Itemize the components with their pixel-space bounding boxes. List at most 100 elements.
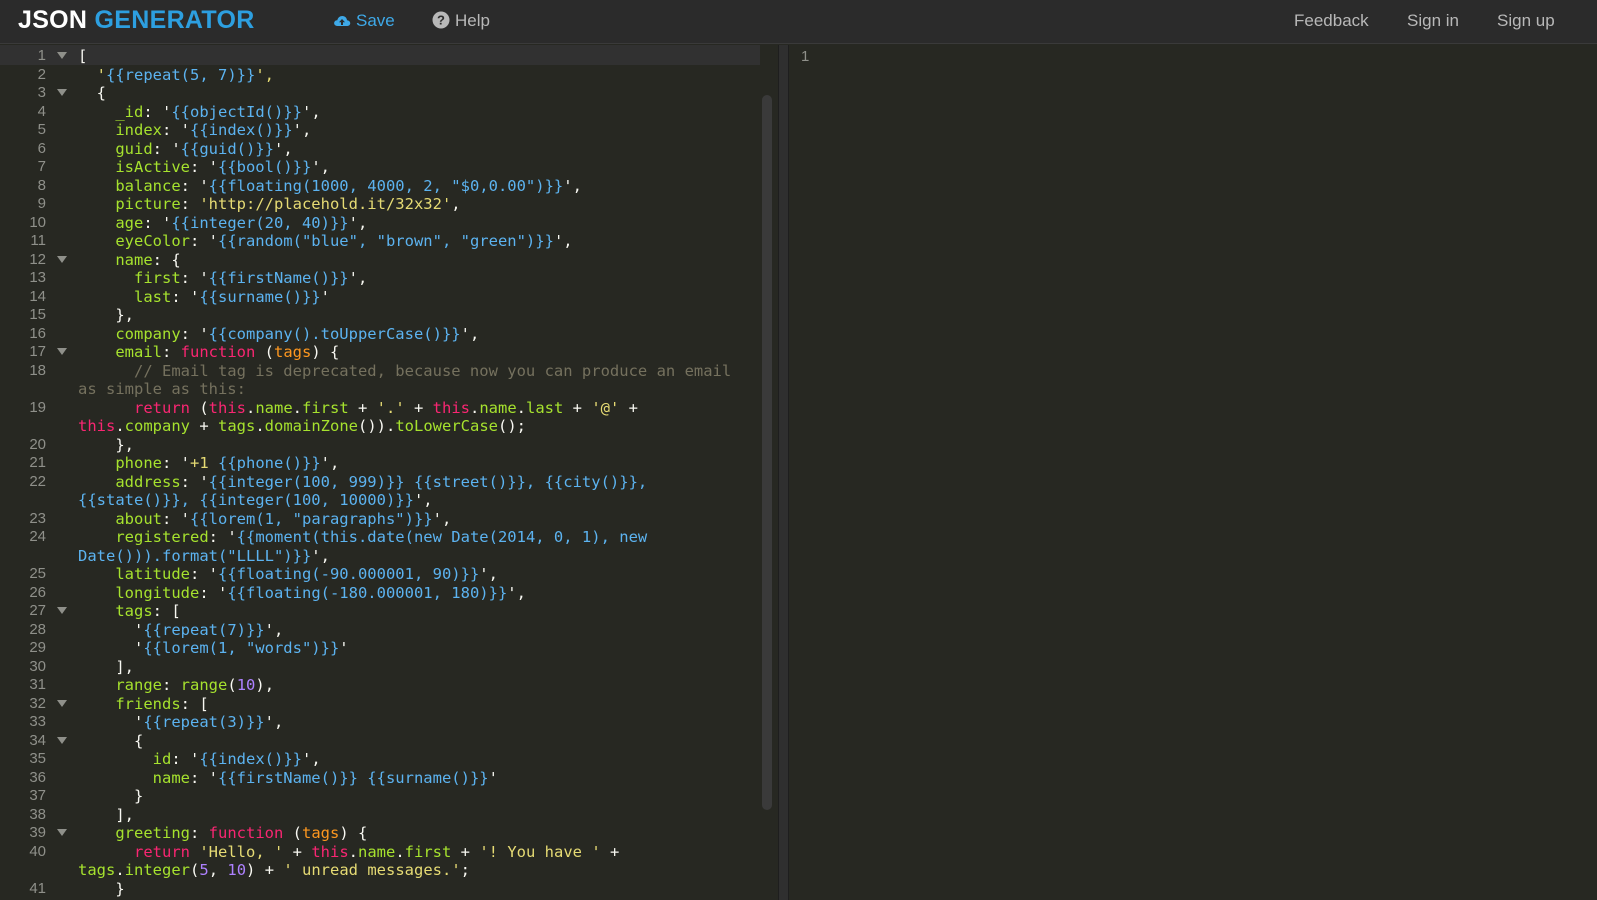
app-logo[interactable]: JSON GENERATOR <box>18 5 255 35</box>
code-line[interactable]: 2 '{{repeat(5, 7)}}', <box>0 66 760 85</box>
code-line[interactable]: 17 email: function (tags) { <box>0 343 760 362</box>
help-button[interactable]: ? Help <box>432 10 490 32</box>
code-text: return 'Hello, ' + this.name.first + '! … <box>78 843 619 862</box>
code-line[interactable]: 23 about: '{{lorem(1, "paragraphs")}}', <box>0 510 760 529</box>
fold-arrow-icon[interactable] <box>57 736 67 744</box>
code-token: isActive <box>78 158 190 176</box>
fold-arrow-icon[interactable] <box>57 829 67 836</box>
line-number: 32 <box>29 694 46 712</box>
code-line[interactable]: 33 '{{repeat(3)}}', <box>0 713 760 732</box>
code-line[interactable]: 15 }, <box>0 306 760 325</box>
code-token: : ' <box>171 287 200 306</box>
code-line[interactable]: 24 registered: '{{moment(this.date(new D… <box>0 528 760 547</box>
code-line[interactable]: 32 friends: [ <box>0 695 760 714</box>
code-token: ', <box>301 750 321 768</box>
svg-text:?: ? <box>437 13 445 28</box>
code-line[interactable]: 5 index: '{{index()}}', <box>0 121 760 140</box>
logo-generator: GENERATOR <box>94 6 255 34</box>
code-line[interactable]: 36 name: '{{firstName()}} {{surname()}}' <box>0 769 760 788</box>
line-number: 5 <box>37 121 46 138</box>
code-line[interactable]: 20 }, <box>0 436 760 455</box>
signup-link[interactable]: Sign up <box>1497 10 1555 32</box>
code-line[interactable]: 26 longitude: '{{floating(-180.000001, 1… <box>0 584 760 603</box>
code-text: address: '{{integer(100, 999)}} {{street… <box>78 473 647 492</box>
code-token: . <box>348 842 358 861</box>
code-line[interactable]: 21 phone: '+1 {{phone()}}', <box>0 454 760 473</box>
code-line[interactable]: this.company + tags.domainZone()).toLowe… <box>0 417 760 436</box>
code-line[interactable]: 30 ], <box>0 658 760 677</box>
code-line[interactable]: 11 eyeColor: '{{random("blue", "brown", … <box>0 232 760 251</box>
code-token: ' <box>78 620 144 639</box>
code-line[interactable]: as simple as this: <box>0 380 760 399</box>
code-line[interactable]: 13 first: '{{firstName()}}', <box>0 269 760 288</box>
code-token: return <box>78 842 190 861</box>
cloud-upload-icon <box>334 16 351 26</box>
code-line[interactable]: 14 last: '{{surname()}}' <box>0 288 760 307</box>
code-line[interactable]: 38 ], <box>0 806 760 825</box>
code-token: { <box>78 84 106 102</box>
code-token: (); <box>497 417 526 435</box>
code-line[interactable]: 1[ <box>0 47 760 66</box>
code-line[interactable]: 6 guid: '{{guid()}}', <box>0 140 760 159</box>
code-line[interactable]: 19 return (this.name.first + '.' + this.… <box>0 399 760 418</box>
code-token: range <box>180 676 228 694</box>
code-token: {{repeat(5, 7)}} <box>106 65 256 84</box>
code-token: ( <box>255 343 274 361</box>
output-editor[interactable]: 1 <box>789 45 1597 900</box>
code-line[interactable]: 29 '{{lorem(1, "words")}}' <box>0 639 760 658</box>
code-token: {{firstName()}} {{surname()}} <box>217 768 489 787</box>
code-token: company <box>78 324 181 343</box>
code-line[interactable]: 35 id: '{{index()}}', <box>0 750 760 769</box>
code-token: : { <box>152 250 181 269</box>
fold-arrow-icon[interactable] <box>57 255 67 263</box>
pane-splitter[interactable] <box>778 45 789 900</box>
fold-arrow-icon[interactable] <box>57 699 67 707</box>
code-line[interactable]: tags.integer(5, 10) + ' unread messages.… <box>0 861 760 880</box>
line-number: 9 <box>37 195 46 212</box>
code-line[interactable]: Date())).format("LLLL")}}', <box>0 547 760 566</box>
code-token: {{index()}} <box>190 121 293 139</box>
code-line[interactable]: 27 tags: [ <box>0 602 760 621</box>
code-line[interactable]: 8 balance: '{{floating(1000, 4000, 2, "$… <box>0 177 760 196</box>
code-token: ', <box>432 509 452 528</box>
code-line[interactable]: 4 _id: '{{objectId()}}', <box>0 103 760 122</box>
code-text: last: '{{surname()}}' <box>78 288 330 307</box>
code-line[interactable]: 34 { <box>0 732 760 751</box>
code-text: }, <box>78 306 134 325</box>
code-line[interactable]: 7 isActive: '{{bool()}}', <box>0 158 760 177</box>
code-line[interactable]: 10 age: '{{integer(20, 40)}}', <box>0 214 760 233</box>
code-line[interactable]: 39 greeting: function (tags) { <box>0 824 760 843</box>
fold-arrow-icon[interactable] <box>57 52 67 59</box>
code-line[interactable]: 18 // Email tag is deprecated, because n… <box>0 362 760 381</box>
line-number: 39 <box>29 824 46 841</box>
code-line[interactable]: 12 name: { <box>0 251 760 270</box>
line-number: 11 <box>30 232 46 249</box>
code-line[interactable]: 25 latitude: '{{floating(-90.000001, 90)… <box>0 565 760 584</box>
fold-arrow-icon[interactable] <box>57 89 67 96</box>
fold-arrow-icon[interactable] <box>57 348 67 355</box>
code-line[interactable]: 41 } <box>0 880 760 899</box>
code-line[interactable]: 9 picture: 'http://placehold.it/32x32', <box>0 195 760 214</box>
code-line[interactable]: 22 address: '{{integer(100, 999)}} {{str… <box>0 473 760 492</box>
code-token: . <box>115 861 125 879</box>
code-line[interactable]: 3 { <box>0 84 760 103</box>
code-text: return (this.name.first + '.' + this.nam… <box>78 399 638 418</box>
code-token: ' <box>339 639 349 657</box>
code-line[interactable]: 40 return 'Hello, ' + this.name.first + … <box>0 843 760 862</box>
code-line[interactable]: {{state()}}, {{integer(100, 10000)}}', <box>0 491 760 510</box>
fold-arrow-icon[interactable] <box>57 607 67 614</box>
code-line[interactable]: 16 company: '{{company().toUpperCase()}}… <box>0 325 760 344</box>
code-line[interactable]: 37 } <box>0 787 760 806</box>
code-line[interactable]: 31 range: range(10), <box>0 676 760 695</box>
line-number: 12 <box>29 250 46 268</box>
save-button[interactable]: Save <box>333 10 395 32</box>
feedback-link[interactable]: Feedback <box>1294 10 1369 32</box>
template-editor[interactable]: 1[2 '{{repeat(5, 7)}}', 3 {4 _id: '{{obje… <box>0 45 778 900</box>
code-token: ', <box>264 713 284 731</box>
code-token: ( <box>283 824 302 842</box>
signin-link[interactable]: Sign in <box>1407 10 1459 32</box>
code-token: . <box>245 398 256 417</box>
code-token: name <box>358 842 396 861</box>
editor-scrollbar[interactable] <box>762 95 772 810</box>
code-line[interactable]: 28 '{{repeat(7)}}', <box>0 621 760 640</box>
